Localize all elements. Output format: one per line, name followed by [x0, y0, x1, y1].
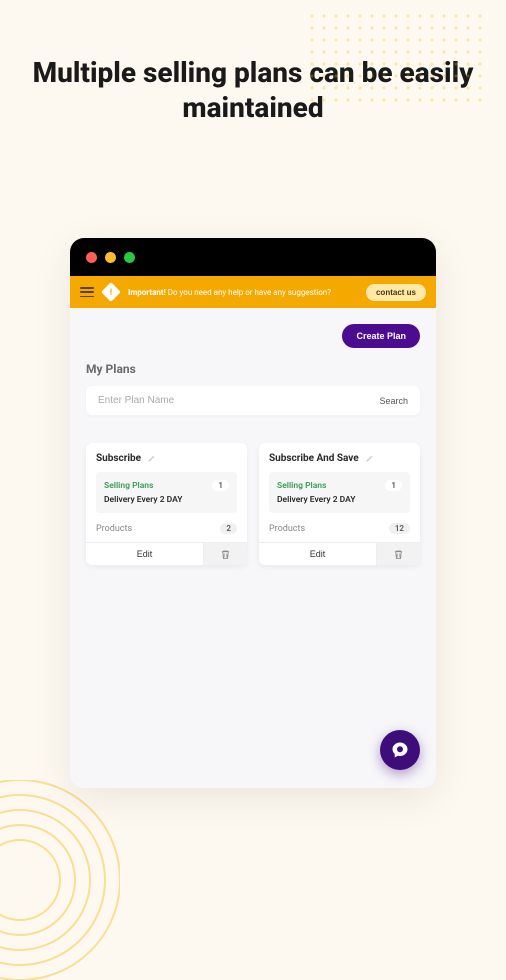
bg-circles-decoration — [0, 780, 120, 980]
window-maximize-dot[interactable] — [124, 252, 135, 263]
plan-cards-row: Subscribe Selling Plans 1 Delivery Every… — [86, 443, 420, 565]
chat-fab[interactable] — [380, 730, 420, 770]
important-icon — [101, 282, 121, 302]
window-close-dot[interactable] — [86, 252, 97, 263]
plan-card-subscribe: Subscribe Selling Plans 1 Delivery Every… — [86, 443, 247, 565]
page-headline: Multiple selling plans can be easily mai… — [0, 0, 506, 125]
delivery-detail: Delivery Every 2 DAY — [277, 495, 402, 505]
trash-icon — [393, 549, 404, 560]
products-label: Products — [96, 524, 132, 534]
plan-card-subscribe-and-save: Subscribe And Save Selling Plans 1 Deliv… — [259, 443, 420, 565]
selling-plan-box: Selling Plans 1 Delivery Every 2 DAY — [96, 472, 237, 513]
delivery-detail: Delivery Every 2 DAY — [104, 495, 229, 505]
window-titlebar — [70, 238, 436, 276]
contact-us-button[interactable]: contact us — [366, 284, 426, 301]
trash-icon — [220, 549, 231, 560]
app-mockup: Important! Do you need any help or have … — [70, 238, 436, 788]
plan-title: Subscribe And Save — [269, 453, 359, 464]
window-minimize-dot[interactable] — [105, 252, 116, 263]
search-input[interactable] — [98, 395, 379, 406]
create-plan-button[interactable]: Create Plan — [342, 324, 420, 348]
search-button[interactable]: Search — [379, 396, 408, 406]
selling-plans-count: 1 — [212, 480, 229, 491]
selling-plans-label: Selling Plans — [277, 481, 326, 491]
pencil-icon[interactable] — [365, 454, 374, 463]
plan-title: Subscribe — [96, 453, 141, 464]
selling-plans-label: Selling Plans — [104, 481, 153, 491]
app-body: Create Plan My Plans Search Subscribe Se… — [70, 308, 436, 788]
selling-plan-box: Selling Plans 1 Delivery Every 2 DAY — [269, 472, 410, 513]
products-count: 12 — [389, 523, 410, 534]
menu-icon[interactable] — [80, 287, 94, 297]
edit-button[interactable]: Edit — [259, 543, 376, 565]
search-bar: Search — [86, 386, 420, 415]
chat-icon — [391, 741, 409, 759]
selling-plans-count: 1 — [385, 480, 402, 491]
pencil-icon[interactable] — [147, 454, 156, 463]
edit-button[interactable]: Edit — [86, 543, 203, 565]
banner-text: Important! Do you need any help or have … — [128, 288, 356, 297]
delete-button[interactable] — [203, 543, 247, 565]
products-count: 2 — [220, 523, 237, 534]
delete-button[interactable] — [376, 543, 420, 565]
important-banner: Important! Do you need any help or have … — [70, 276, 436, 308]
section-title: My Plans — [86, 362, 420, 376]
products-label: Products — [269, 524, 305, 534]
